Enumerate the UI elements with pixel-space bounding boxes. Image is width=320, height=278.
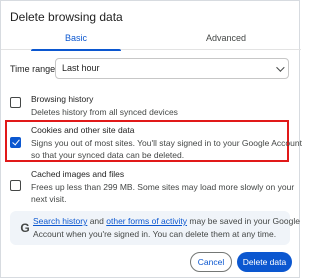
tab-advanced[interactable]: Advanced xyxy=(151,28,301,50)
info-text-and: and xyxy=(87,216,107,226)
checkmark-icon xyxy=(11,137,20,146)
option-description-line1: Signs you out of most sites. You'll stay… xyxy=(31,138,302,148)
tab-advanced-label: Advanced xyxy=(205,33,247,43)
time-range-value: Last hour xyxy=(62,63,100,73)
option-description-line2: so that your synced data can be deleted. xyxy=(31,150,185,160)
browsing-history-checkbox[interactable] xyxy=(10,97,21,108)
other-activity-link[interactable]: other forms of activity xyxy=(106,216,187,226)
delete-data-button[interactable]: Delete data xyxy=(237,252,292,272)
option-description: Deletes history from all synced devices xyxy=(31,107,178,117)
search-history-link[interactable]: Search history xyxy=(33,216,87,226)
time-range-select[interactable]: Last hour xyxy=(55,58,289,79)
option-title: Cached images and files xyxy=(31,169,125,179)
tab-basic-label: Basic xyxy=(64,33,87,43)
google-g-icon: G xyxy=(20,221,30,235)
info-box: G Search history and other forms of acti… xyxy=(10,211,300,245)
info-text-line1: Search history and other forms of activi… xyxy=(33,216,300,226)
option-description-line2: next visit. xyxy=(31,194,67,204)
option-title: Cookies and other site data xyxy=(31,125,135,135)
tab-basic[interactable]: Basic xyxy=(1,28,151,51)
option-description-line1: Frees up less than 299 MB. Some sites ma… xyxy=(31,182,295,192)
cached-images-checkbox[interactable] xyxy=(10,180,21,191)
info-text-saved: may be saved in your Google xyxy=(187,216,300,226)
cookies-checkbox[interactable] xyxy=(10,137,21,148)
tab-bar: Basic Advanced xyxy=(1,28,301,51)
time-range-label: Time range xyxy=(10,64,56,74)
dialog-title: Delete browsing data xyxy=(10,10,123,24)
chevron-down-icon xyxy=(276,63,285,72)
delete-browsing-data-dialog: Delete browsing data Basic Advanced Time… xyxy=(0,0,302,278)
info-text-line2: Account when you're signed in. You can d… xyxy=(33,229,277,239)
cancel-button[interactable]: Cancel xyxy=(190,252,232,272)
option-title: Browsing history xyxy=(31,94,94,104)
active-tab-indicator xyxy=(31,49,121,51)
